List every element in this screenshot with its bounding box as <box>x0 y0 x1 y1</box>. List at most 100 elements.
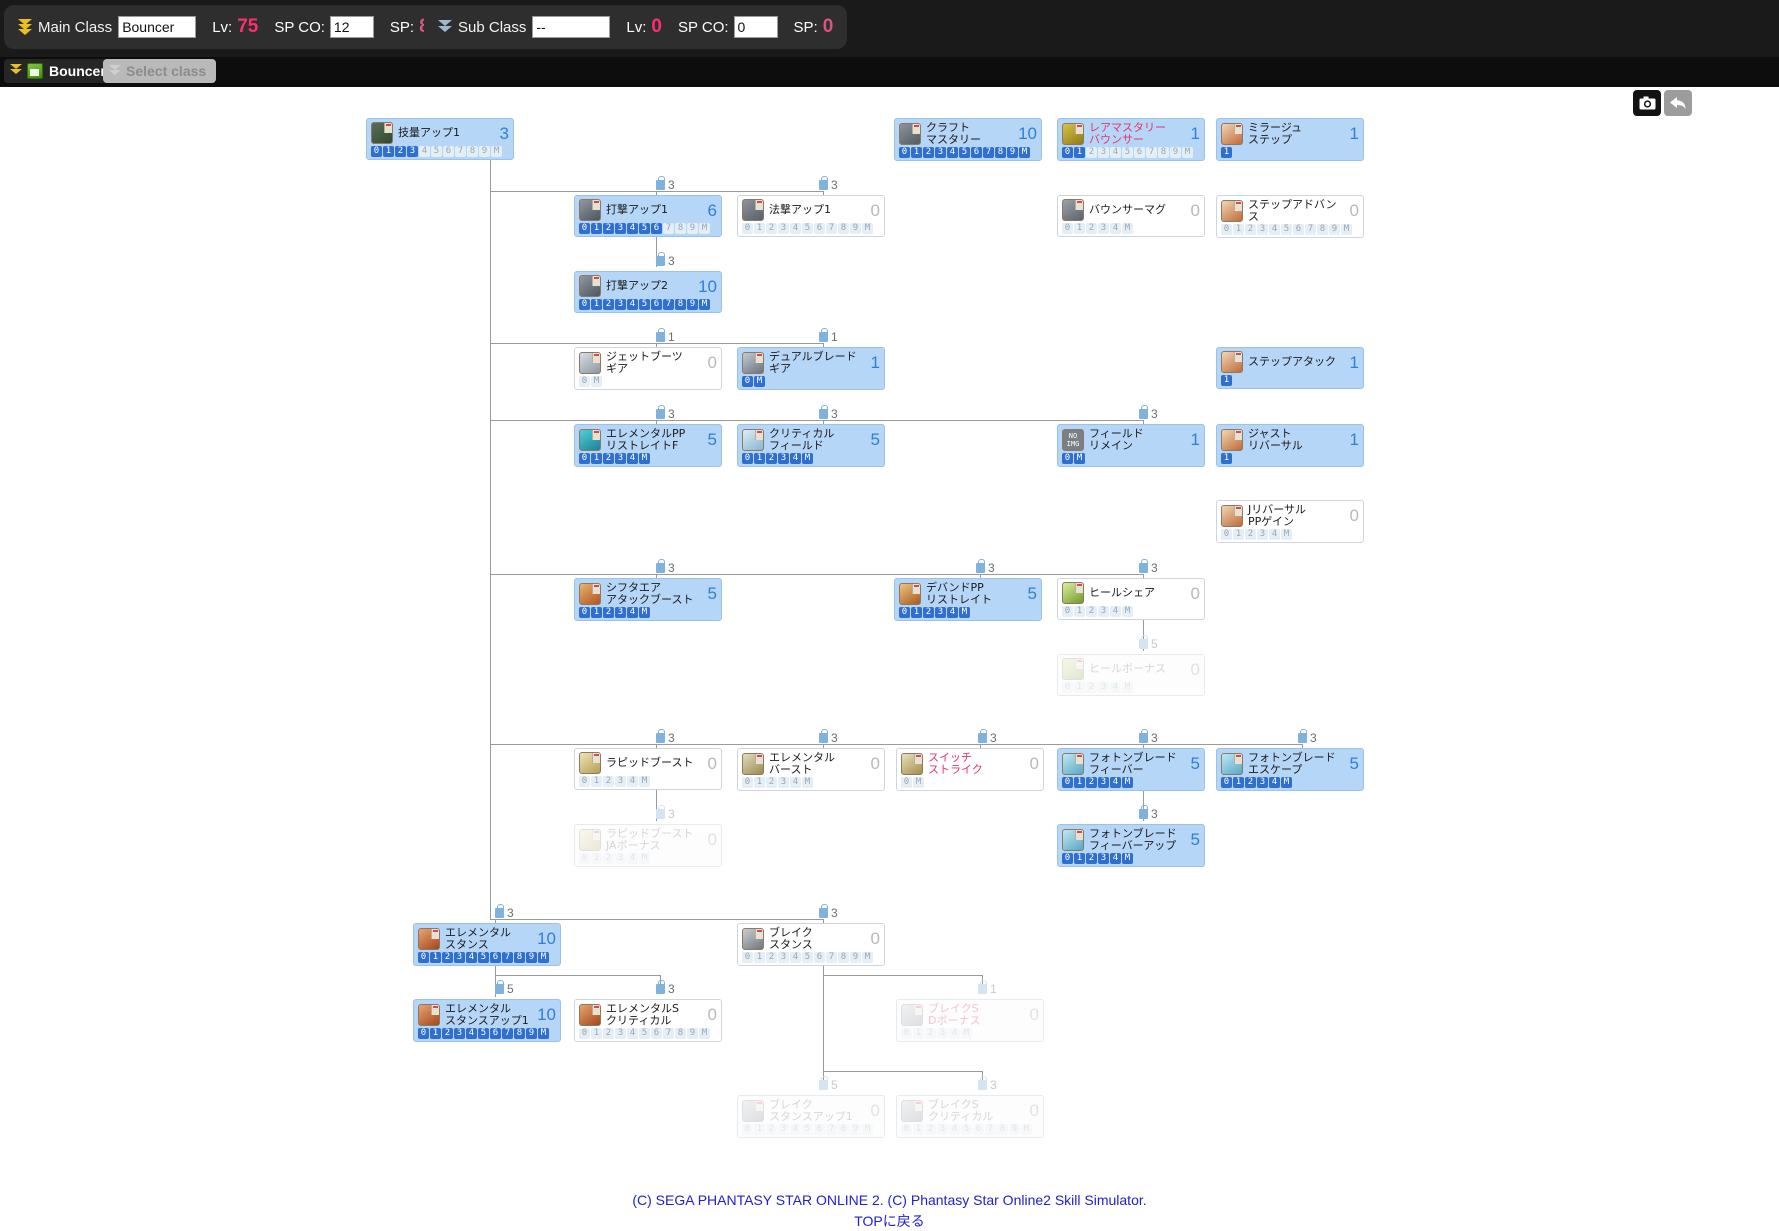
level-pip[interactable]: 5 <box>1122 147 1133 158</box>
skill-level-pips[interactable]: 0123456789M <box>901 1124 1039 1135</box>
level-pip[interactable]: 3 <box>1257 224 1268 235</box>
level-pip[interactable]: 0 <box>899 147 910 158</box>
level-pip[interactable]: 0 <box>742 223 753 234</box>
level-pip[interactable]: 1 <box>1074 682 1085 693</box>
level-pip[interactable]: 8 <box>1317 224 1328 235</box>
level-pip[interactable]: M <box>1281 777 1292 788</box>
skill-level-pips[interactable]: 0123456789M <box>418 952 556 963</box>
skill-node[interactable]: Jリバーサル PPゲイン 0 0 1 2 3 4 M <box>1216 500 1364 543</box>
level-pip[interactable]: 9 <box>687 223 698 234</box>
level-pip[interactable]: 8 <box>675 299 686 310</box>
level-pip[interactable]: 8 <box>675 223 686 234</box>
skill-level-pips[interactable]: 0M <box>579 376 717 387</box>
level-pip[interactable]: 1 <box>913 1124 924 1135</box>
level-pip[interactable]: 5 <box>639 299 650 310</box>
skill-level-pips[interactable]: 01234M <box>579 776 717 787</box>
level-pip[interactable]: 1 <box>591 853 602 864</box>
level-pip[interactable]: 7 <box>502 952 513 963</box>
skill-node[interactable]: フォトンブレード フィーバーアップ 5 0 1 2 3 4 M <box>1057 824 1205 867</box>
level-pip[interactable]: 1 <box>913 1028 924 1039</box>
level-pip[interactable]: M <box>491 146 502 157</box>
skill-level-pips[interactable]: 0123456789M <box>1062 147 1200 158</box>
level-pip[interactable]: 5 <box>802 1124 813 1135</box>
level-pip[interactable]: 6 <box>490 1028 501 1039</box>
level-pip[interactable]: 0 <box>579 299 590 310</box>
level-pip[interactable]: 5 <box>802 952 813 963</box>
skill-node[interactable]: ステップアタック 1 1 <box>1216 347 1364 389</box>
level-pip[interactable]: M <box>1182 147 1193 158</box>
level-pip[interactable]: 4 <box>466 1028 477 1039</box>
level-pip[interactable]: 4 <box>419 146 430 157</box>
level-pip[interactable]: 7 <box>663 1028 674 1039</box>
level-pip[interactable]: M <box>1019 147 1030 158</box>
level-pip[interactable]: 1 <box>1221 453 1232 464</box>
level-pip[interactable]: 1 <box>754 223 765 234</box>
level-pip[interactable]: 2 <box>766 223 777 234</box>
skill-level-pips[interactable]: 01234M <box>579 853 717 864</box>
level-pip[interactable]: 4 <box>627 299 638 310</box>
level-pip[interactable]: 2 <box>766 1124 777 1135</box>
skill-level-pips[interactable]: 0123456789M <box>371 146 509 157</box>
level-pip[interactable]: 2 <box>1086 682 1097 693</box>
skill-node[interactable]: 技量アップ1 3 0 1 2 3 4 5 6 7 8 9 M <box>366 118 514 160</box>
level-pip[interactable]: 1 <box>1233 529 1244 540</box>
skill-node[interactable]: フォトンブレード エスケープ 5 0 1 2 3 4 M <box>1216 748 1364 791</box>
skill-level-pips[interactable]: 0123456789M <box>1221 224 1359 235</box>
skill-level-pips[interactable]: 0123456789M <box>579 223 717 234</box>
level-pip[interactable]: 0 <box>901 777 912 788</box>
level-pip[interactable]: 5 <box>1281 224 1292 235</box>
level-pip[interactable]: M <box>802 453 813 464</box>
level-pip[interactable]: 7 <box>1305 224 1316 235</box>
level-pip[interactable]: 0 <box>579 376 590 387</box>
level-pip[interactable]: 3 <box>615 607 626 618</box>
level-pip[interactable]: 3 <box>778 453 789 464</box>
level-pip[interactable]: 4 <box>1110 682 1121 693</box>
level-pip[interactable]: 7 <box>983 147 994 158</box>
skill-level-pips[interactable]: 01234M <box>901 1028 1039 1039</box>
level-pip[interactable]: 1 <box>591 776 602 787</box>
level-pip[interactable]: 6 <box>973 1124 984 1135</box>
skill-level-pips[interactable]: 01234M <box>579 607 717 618</box>
level-pip[interactable]: 3 <box>1098 147 1109 158</box>
level-pip[interactable]: 9 <box>1170 147 1181 158</box>
level-pip[interactable]: 6 <box>814 223 825 234</box>
level-pip[interactable]: 0 <box>579 453 590 464</box>
level-pip[interactable]: 4 <box>949 1028 960 1039</box>
level-pip[interactable]: 1 <box>591 607 602 618</box>
skill-level-pips[interactable]: 01234M <box>1221 777 1359 788</box>
level-pip[interactable]: 9 <box>1007 147 1018 158</box>
level-pip[interactable]: 0 <box>371 146 382 157</box>
level-pip[interactable]: 6 <box>1134 147 1145 158</box>
level-pip[interactable]: 3 <box>615 453 626 464</box>
skill-node[interactable]: ブレイク スタンス 0 0 1 2 3 4 5 6 7 8 9 M <box>737 923 885 966</box>
level-pip[interactable]: 4 <box>947 607 958 618</box>
level-pip[interactable]: 9 <box>526 952 537 963</box>
skill-node[interactable]: ステップアドバンス 0 0 1 2 3 4 5 6 7 8 9 M <box>1216 195 1364 238</box>
level-pip[interactable]: 2 <box>1086 223 1097 234</box>
level-pip[interactable]: 6 <box>971 147 982 158</box>
skill-node[interactable]: シフタエア アタックブースト 5 0 1 2 3 4 M <box>574 578 722 621</box>
skill-level-pips[interactable]: 0123456789M <box>418 1028 556 1039</box>
level-pip[interactable]: 8 <box>838 1124 849 1135</box>
level-pip[interactable]: 2 <box>442 1028 453 1039</box>
level-pip[interactable]: M <box>639 776 650 787</box>
level-pip[interactable]: 3 <box>454 952 465 963</box>
level-pip[interactable]: 0 <box>579 776 590 787</box>
level-pip[interactable]: 2 <box>603 776 614 787</box>
class-tab-select[interactable]: Select class <box>103 59 217 83</box>
level-pip[interactable]: 0 <box>579 607 590 618</box>
level-pip[interactable]: 4 <box>947 147 958 158</box>
level-pip[interactable]: 9 <box>850 1124 861 1135</box>
level-pip[interactable]: M <box>862 952 873 963</box>
main-class-input[interactable] <box>118 16 197 38</box>
level-pip[interactable]: 2 <box>1086 777 1097 788</box>
level-pip[interactable]: 2 <box>923 147 934 158</box>
level-pip[interactable]: 8 <box>1158 147 1169 158</box>
level-pip[interactable]: 4 <box>790 223 801 234</box>
skill-node[interactable]: 打撃アップ2 10 0 1 2 3 4 5 6 7 8 9 M <box>574 271 722 313</box>
level-pip[interactable]: 6 <box>651 1028 662 1039</box>
level-pip[interactable]: 5 <box>431 146 442 157</box>
level-pip[interactable]: 2 <box>603 223 614 234</box>
skill-node[interactable]: NO IMG フィールド リメイン 1 0 M <box>1057 424 1205 467</box>
level-pip[interactable]: 2 <box>923 607 934 618</box>
